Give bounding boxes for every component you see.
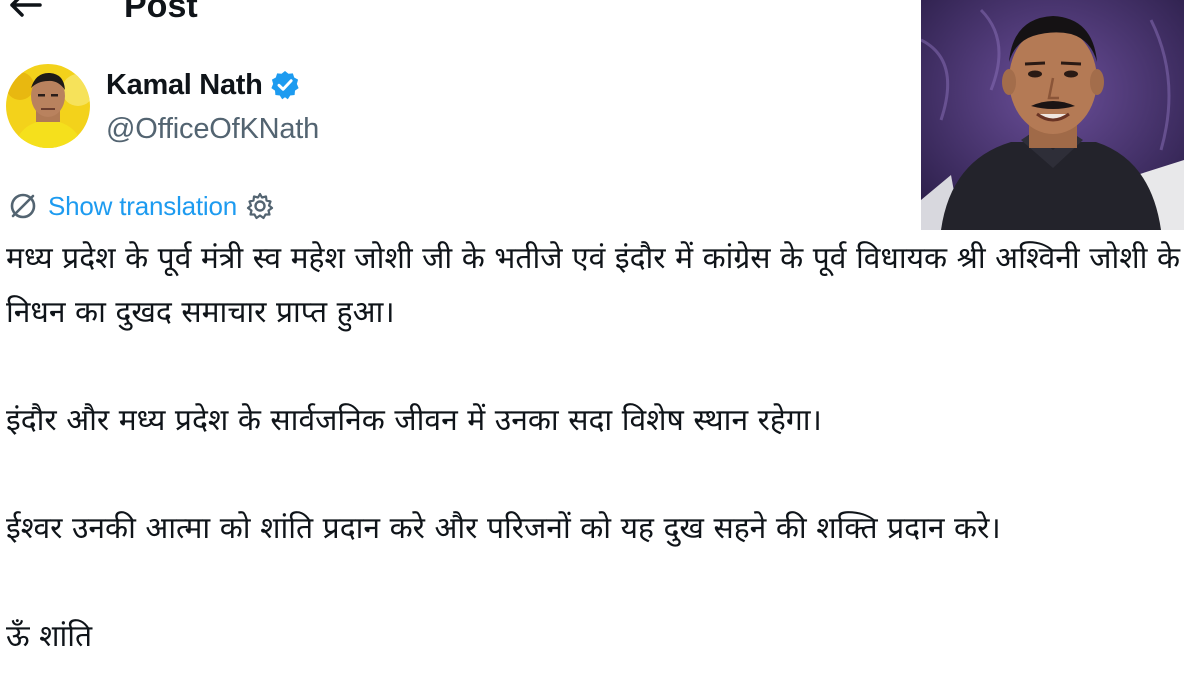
post-paragraph: ऊँ शांति [6,619,93,654]
avatar[interactable] [6,64,90,148]
post-header: Post [0,0,900,26]
post-paragraph: इंदौर और मध्य प्रदेश के सार्वजनिक जीवन म… [6,403,822,438]
verified-badge-icon [269,69,301,101]
author-name[interactable]: Kamal Nath [106,66,263,104]
post-page: Post Kamal Nath @OfficeOfKNath Show tran… [0,0,1200,675]
author-handle[interactable]: @OfficeOfKNath [106,110,319,148]
arrow-left-icon [10,0,42,17]
portrait-image [921,0,1184,230]
author-name-row: Kamal Nath [106,66,301,104]
translation-row: Show translation [6,186,275,226]
translate-icon [6,189,40,223]
page-title: Post [124,0,198,25]
inset-portrait-photo [921,0,1184,230]
show-translation-link[interactable]: Show translation [48,191,237,222]
avatar-image [6,64,90,148]
post-text: मध्य प्रदेश के पूर्व मंत्री स्व महेश जोश… [6,232,1200,664]
post-paragraph: मध्य प्रदेश के पूर्व मंत्री स्व महेश जोश… [6,241,1180,330]
back-button[interactable] [6,0,46,20]
gear-icon[interactable] [245,191,275,221]
post-paragraph: ईश्वर उनकी आत्मा को शांति प्रदान करे और … [6,511,1001,546]
